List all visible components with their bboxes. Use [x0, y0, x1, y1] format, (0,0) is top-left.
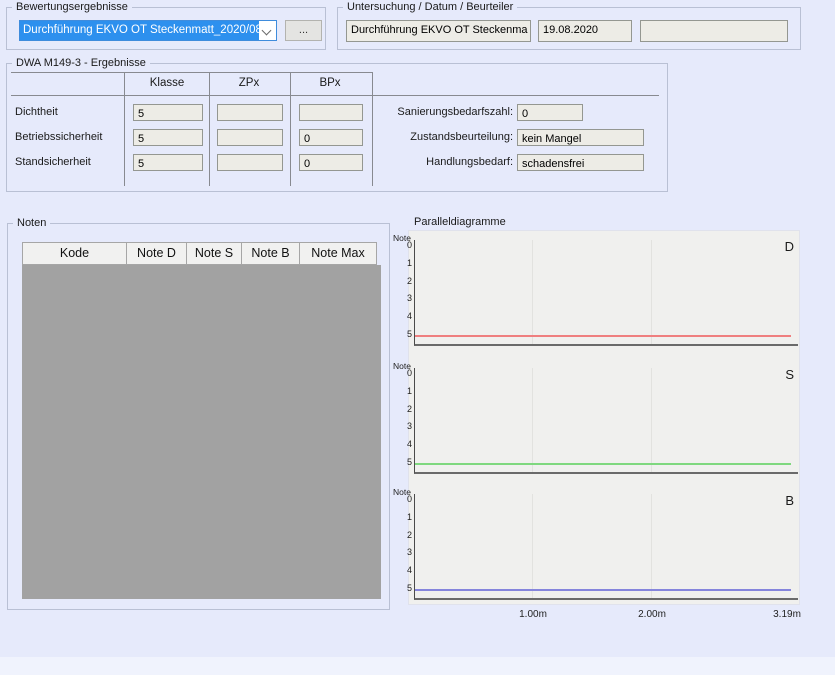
panel-label-S: S [785, 367, 794, 382]
x-tick-label: 1.00m [519, 609, 547, 620]
y-tick-label: 0 [398, 368, 412, 378]
y-tick-label: 2 [398, 404, 412, 414]
chart-S: NoteS012345 [414, 368, 798, 474]
y-tick-label: 2 [398, 276, 412, 286]
assessment-results-window: Bewertungsergebnisse Durchführung EKVO O… [0, 0, 835, 675]
y-tick-label: 1 [398, 386, 412, 396]
grade-line-D [415, 335, 791, 337]
y-tick-label: 3 [398, 547, 412, 557]
y-tick-label: 4 [398, 439, 412, 449]
grade-line-B [415, 589, 791, 591]
y-tick-label: 5 [398, 457, 412, 467]
y-tick-label: 5 [398, 583, 412, 593]
y-tick-label: 0 [398, 240, 412, 250]
y-tick-label: 3 [398, 421, 412, 431]
y-tick-label: 4 [398, 565, 412, 575]
y-tick-label: 3 [398, 293, 412, 303]
y-tick-label: 1 [398, 258, 412, 268]
y-tick-label: 1 [398, 512, 412, 522]
x-tick-label: 3.19m [773, 609, 801, 620]
y-tick-label: 5 [398, 329, 412, 339]
gridline [651, 494, 652, 598]
charts-layer: NoteD012345 NoteS012345 NoteB012345 1.00m 2.… [0, 0, 835, 675]
gridline [651, 240, 652, 344]
panel-label-D: D [785, 239, 794, 254]
gridline [532, 240, 533, 344]
chart-B: NoteB012345 [414, 494, 798, 600]
chart-D: NoteD012345 [414, 240, 798, 346]
x-tick-label: 2.00m [638, 609, 666, 620]
gridline [651, 368, 652, 472]
y-tick-label: 0 [398, 494, 412, 504]
panel-label-B: B [785, 493, 794, 508]
y-tick-label: 2 [398, 530, 412, 540]
y-tick-label: 4 [398, 311, 412, 321]
bottom-strip [0, 657, 835, 675]
grade-line-S [415, 463, 791, 465]
gridline [532, 368, 533, 472]
gridline [532, 494, 533, 598]
